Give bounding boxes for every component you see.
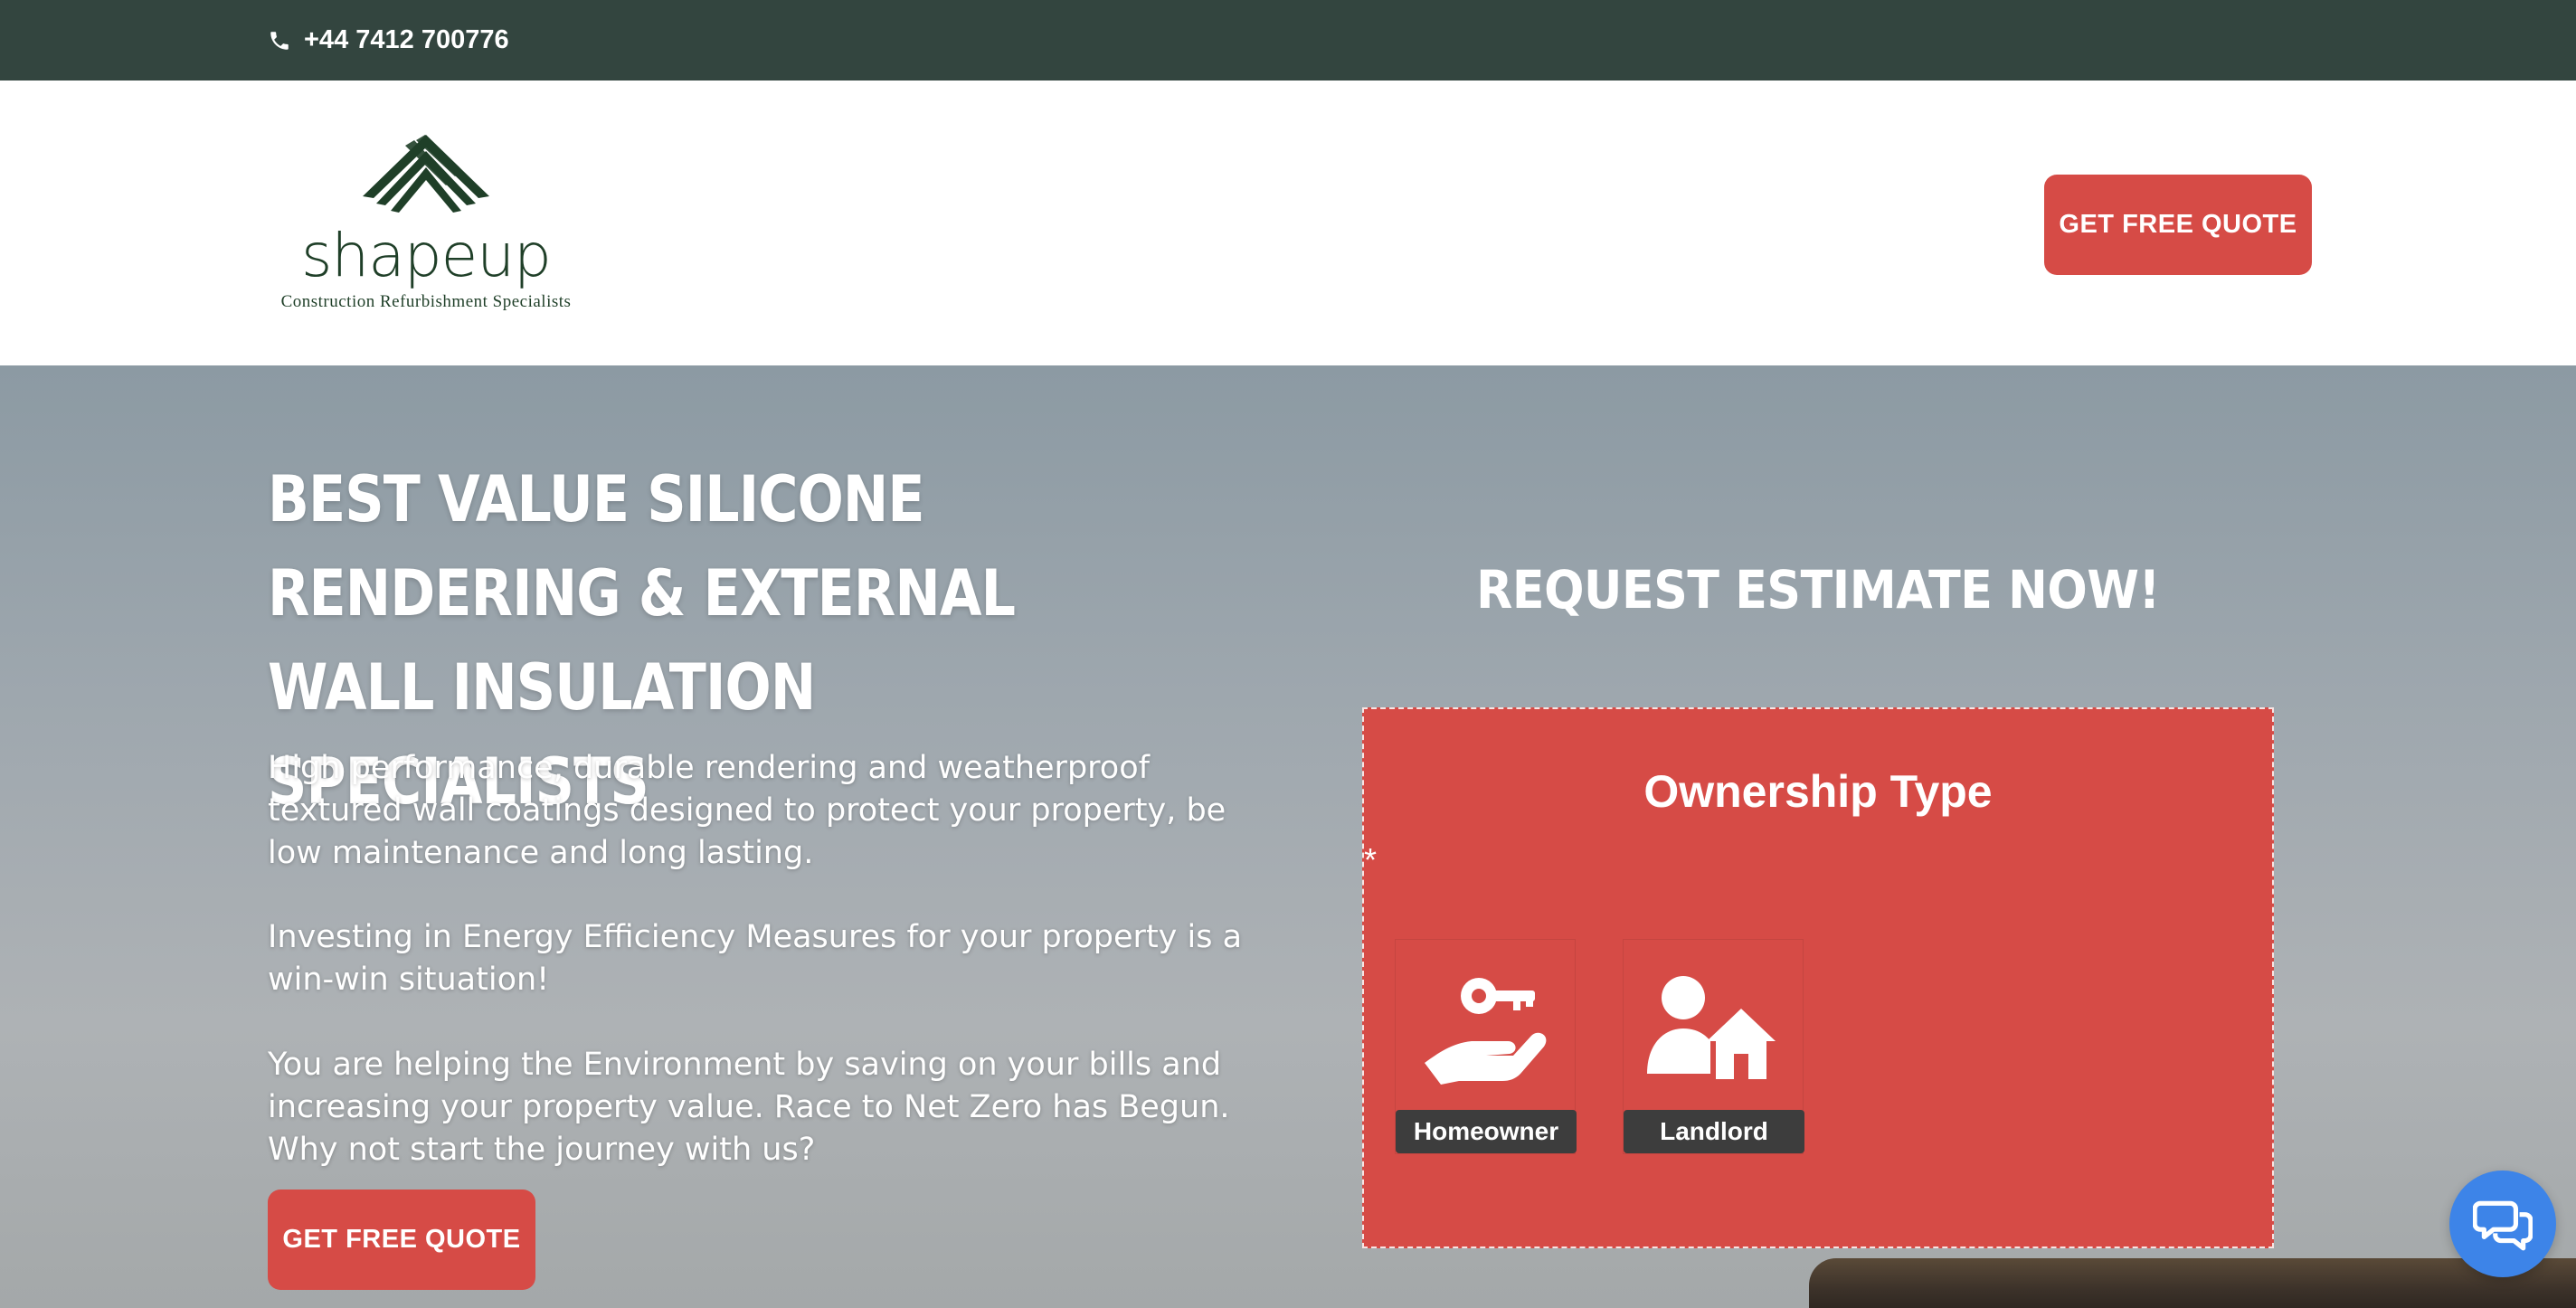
option-homeowner[interactable]: Homeowner bbox=[1395, 939, 1577, 1154]
top-bar: +44 7412 700776 bbox=[0, 0, 2576, 81]
estimate-form: Ownership Type * Homeowner Landlord bbox=[1362, 707, 2274, 1248]
site-header: shapeup Construction Refurbishment Speci… bbox=[0, 81, 2576, 365]
estimate-title: REQUEST ESTIMATE NOW! bbox=[1476, 559, 2160, 621]
phone-contact[interactable]: +44 7412 700776 bbox=[268, 0, 509, 81]
chat-bubbles-icon bbox=[2473, 1200, 2533, 1251]
logo-wordmark: shapeup bbox=[301, 221, 552, 290]
hero-paragraph-1: High performance, durable rendering and … bbox=[268, 750, 1226, 871]
person-house-icon bbox=[1647, 976, 1776, 1079]
option-label-homeowner: Homeowner bbox=[1396, 1110, 1577, 1153]
hero-paragraph-3: You are helping the Environment by savin… bbox=[268, 1047, 1230, 1168]
roof-logo-icon bbox=[363, 135, 489, 213]
option-landlord[interactable]: Landlord bbox=[1623, 939, 1804, 1154]
phone-icon bbox=[270, 31, 289, 50]
hero-get-quote-button[interactable]: GET FREE QUOTE bbox=[268, 1190, 535, 1290]
logo-tagline: Construction Refurbishment Specialists bbox=[280, 292, 572, 311]
logo[interactable]: shapeup Construction Refurbishment Speci… bbox=[280, 133, 572, 321]
chat-widget-button[interactable] bbox=[2449, 1171, 2556, 1277]
roof-background-image bbox=[1809, 1258, 2576, 1308]
hand-key-icon bbox=[1425, 978, 1547, 1085]
hero-paragraph-2: Investing in Energy Efficiency Measures … bbox=[268, 919, 1243, 998]
option-label-landlord: Landlord bbox=[1624, 1110, 1804, 1153]
header-get-quote-button[interactable]: GET FREE QUOTE bbox=[2044, 175, 2312, 275]
phone-number: +44 7412 700776 bbox=[304, 25, 509, 54]
required-mark: * bbox=[1364, 841, 1378, 878]
ownership-question: Ownership Type bbox=[1643, 766, 1993, 817]
hero-section: BEST VALUE SILICONE RENDERING & EXTERNAL… bbox=[0, 365, 2576, 1308]
